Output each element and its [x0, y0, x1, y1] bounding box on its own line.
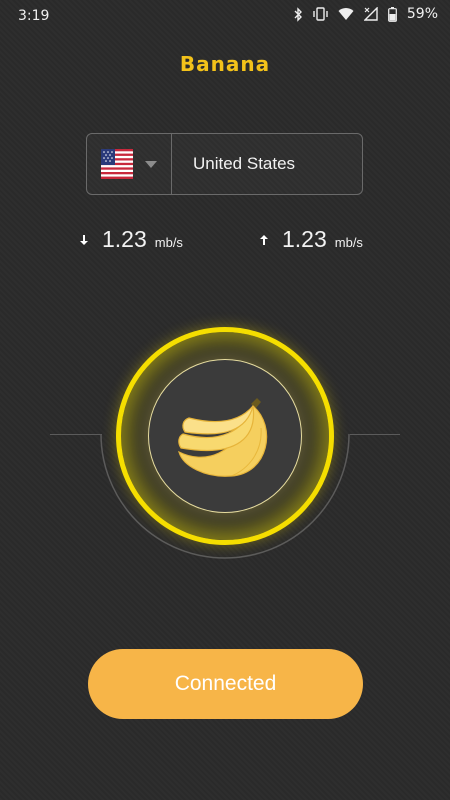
connect-toggle-inner: [148, 359, 302, 513]
banana-icon: [178, 398, 268, 477]
connect-toggle[interactable]: [116, 327, 334, 545]
connected-button[interactable]: Connected: [88, 649, 363, 719]
